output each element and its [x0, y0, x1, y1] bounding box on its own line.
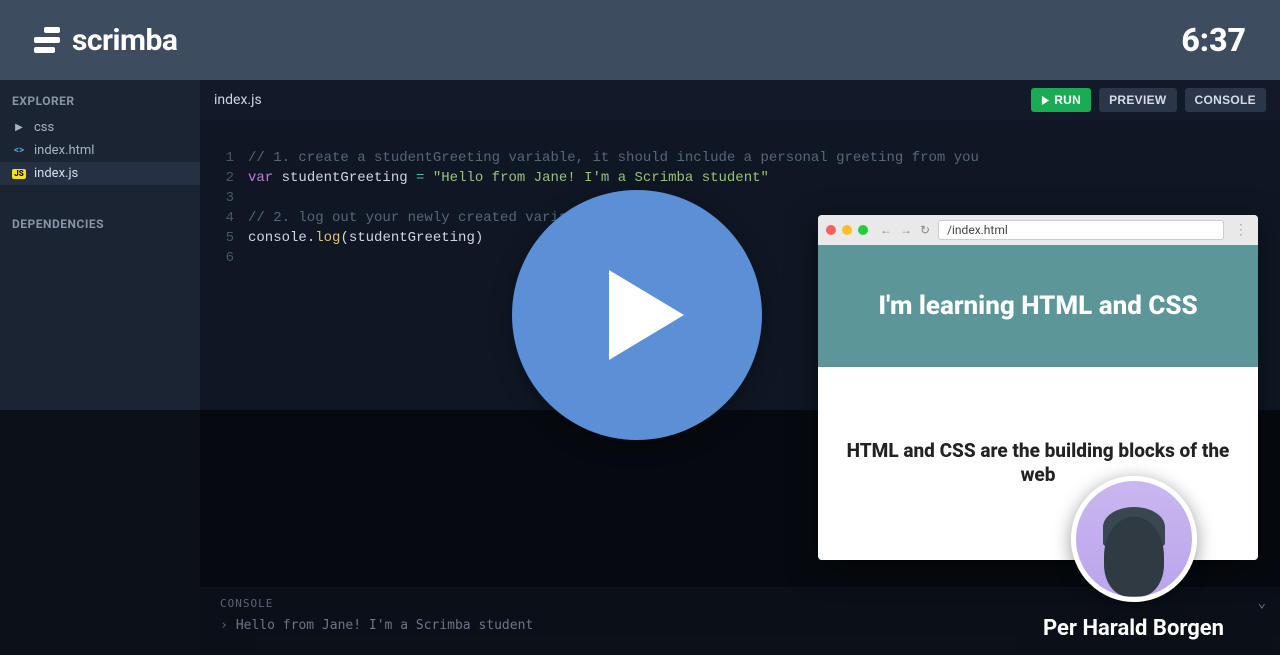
sidebar-item-label: index.js [34, 166, 78, 181]
close-dot-icon [826, 225, 836, 235]
play-video-button[interactable] [512, 190, 762, 440]
console-caret-icon: › [220, 618, 228, 633]
brand: scrimba [34, 23, 177, 58]
video-timestamp: 6:37 [1181, 21, 1246, 59]
page-hero-heading: I'm learning HTML and CSS [818, 245, 1258, 367]
html-file-icon: <> [12, 145, 26, 156]
brand-name: scrimba [72, 23, 177, 58]
dim-overlay [0, 410, 200, 655]
js-file-icon: JS [12, 169, 26, 179]
minimize-dot-icon [842, 225, 852, 235]
console-button[interactable]: CONSOLE [1185, 88, 1266, 112]
brand-logo-icon [34, 27, 60, 53]
browser-toolbar: ← → ↻ /index.html ⋮ [818, 215, 1258, 245]
forward-icon[interactable]: → [900, 223, 912, 237]
collapse-console-icon[interactable]: ⌄ [1258, 595, 1266, 611]
browser-nav-icons: ← → ↻ [880, 223, 930, 237]
instructor-card: Per Harald Borgen [1043, 476, 1224, 641]
instructor-avatar [1071, 476, 1197, 602]
line-gutter: 123456 [200, 148, 248, 268]
editor-toolbar: index.js RUN PREVIEW CONSOLE [200, 80, 1280, 120]
play-icon [594, 265, 694, 365]
reload-icon[interactable]: ↻ [920, 223, 930, 237]
active-file-tab[interactable]: index.js [214, 92, 262, 108]
sidebar-item-css[interactable]: ▶ css [0, 116, 200, 139]
browser-url-text: /index.html [947, 223, 1008, 237]
console-output-text: Hello from Jane! I'm a Scrimba student [236, 618, 533, 633]
folder-collapsed-icon: ▶ [12, 122, 26, 133]
sidebar-item-index-js[interactable]: JS index.js [0, 162, 200, 185]
browser-menu-icon[interactable]: ⋮ [1232, 222, 1250, 238]
sidebar-item-label: index.html [34, 143, 94, 158]
instructor-name: Per Harald Borgen [1043, 616, 1224, 641]
back-icon[interactable]: ← [880, 223, 892, 237]
top-bar: scrimba 6:37 [0, 0, 1280, 80]
zoom-dot-icon [858, 225, 868, 235]
sidebar-item-index-html[interactable]: <> index.html [0, 139, 200, 162]
browser-url-field[interactable]: /index.html [938, 220, 1224, 240]
sidebar-item-label: css [34, 120, 54, 135]
preview-button[interactable]: PREVIEW [1099, 88, 1176, 112]
explorer-heading: EXPLORER [0, 80, 200, 116]
run-button[interactable]: RUN [1031, 88, 1091, 112]
run-button-label: RUN [1054, 93, 1081, 107]
dependencies-heading: DEPENDENCIES [0, 203, 200, 239]
traffic-lights [826, 225, 868, 235]
play-icon [1041, 96, 1050, 105]
